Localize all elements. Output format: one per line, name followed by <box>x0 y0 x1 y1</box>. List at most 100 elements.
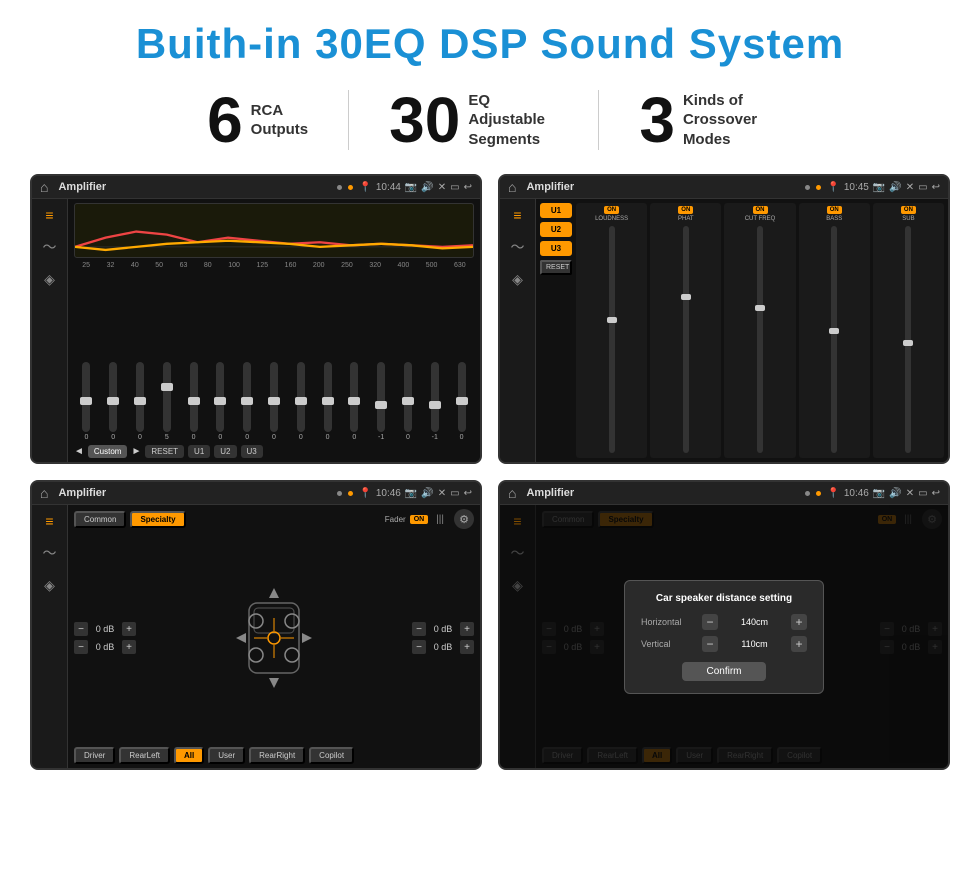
location-icon: 📍 <box>359 182 371 193</box>
rearright-btn[interactable]: RearRight <box>249 747 305 764</box>
db1-minus[interactable]: − <box>74 622 88 636</box>
db4-plus[interactable]: + <box>460 640 474 654</box>
u2-preset[interactable]: U2 <box>540 222 572 237</box>
screen2-content: ≡ 〜 ◈ U1 U2 U3 RESET ON LOU <box>500 199 948 462</box>
screen3-content: ≡ 〜 ◈ Common Specialty Fader ON ||| ⚙ <box>32 505 480 768</box>
wave-icon-2[interactable]: 〜 <box>506 237 530 257</box>
stats-row: 6 RCAOutputs 30 EQ AdjustableSegments 3 … <box>30 88 950 152</box>
custom-btn[interactable]: Custom <box>88 445 128 458</box>
vertical-minus[interactable]: − <box>702 636 718 652</box>
dialog-confirm-area: Confirm <box>641 662 807 681</box>
volume-icon-3: 🔊 <box>421 488 433 499</box>
phat-on[interactable]: ON <box>678 206 693 214</box>
stat-crossover: 3 Kinds ofCrossover Modes <box>599 88 813 152</box>
eq-icon-2[interactable]: ≡ <box>506 205 530 225</box>
screen1-statusbar: ⌂ Amplifier 📍 10:44 📷 🔊 ✕ ▭ ↩ <box>32 176 480 199</box>
user-btn[interactable]: User <box>208 747 245 764</box>
prev-btn[interactable]: ◄ <box>74 446 84 457</box>
fader-label: Fader <box>385 515 406 524</box>
db2-minus[interactable]: − <box>74 640 88 654</box>
cutfreq-on[interactable]: ON <box>753 206 768 214</box>
home-icon: ⌂ <box>40 179 48 195</box>
status-dot-s2-2 <box>816 185 821 190</box>
eq-slider-14: -1 <box>422 362 447 441</box>
speaker-icon-3[interactable]: ◈ <box>38 575 62 595</box>
location-icon-2: 📍 <box>827 182 839 193</box>
settings-icon[interactable]: ⚙ <box>454 509 474 529</box>
screenshots-grid: ⌂ Amplifier 📍 10:44 📷 🔊 ✕ ▭ ↩ ≡ 〜 <box>30 174 950 770</box>
stat-crossover-text: Kinds ofCrossover Modes <box>683 91 773 150</box>
u3-preset[interactable]: U3 <box>540 241 572 256</box>
volume-icon-2: 🔊 <box>889 182 901 193</box>
stat-eq-number: 30 <box>389 88 460 152</box>
page-title: Buith-in 30EQ DSP Sound System <box>30 20 950 68</box>
next-btn[interactable]: ► <box>131 446 141 457</box>
common-tab[interactable]: Common <box>74 511 126 528</box>
specialty-tab[interactable]: Specialty <box>130 511 185 528</box>
speaker-icon-2[interactable]: ◈ <box>506 269 530 289</box>
status-dot-s4-2 <box>816 491 821 496</box>
eq-slider-13: 0 <box>396 362 421 441</box>
db3-minus[interactable]: − <box>412 622 426 636</box>
close-icon: ✕ <box>438 182 446 193</box>
eq-freq-labels: 253240506380100125160200250320400500630 <box>74 262 474 269</box>
u1-btn[interactable]: U1 <box>188 445 210 458</box>
close-icon-2: ✕ <box>906 182 914 193</box>
u1-preset[interactable]: U1 <box>540 203 572 218</box>
speaker-icon[interactable]: ◈ <box>38 269 62 289</box>
db3-plus[interactable]: + <box>460 622 474 636</box>
wave-icon[interactable]: 〜 <box>38 237 62 257</box>
close-icon-4: ✕ <box>906 488 914 499</box>
close-icon-3: ✕ <box>438 488 446 499</box>
fader-on-btn[interactable]: ON <box>410 515 429 524</box>
u2-btn[interactable]: U2 <box>214 445 236 458</box>
screen4-content: ≡ 〜 ◈ Common Specialty ON ||| ⚙ <box>500 505 948 768</box>
amp2-reset[interactable]: RESET <box>540 260 572 275</box>
u3-btn[interactable]: U3 <box>241 445 263 458</box>
copilot-btn[interactable]: Copilot <box>309 747 354 764</box>
stat-rca: 6 RCAOutputs <box>167 88 348 152</box>
bass-slider[interactable] <box>831 226 837 453</box>
db4-minus[interactable]: − <box>412 640 426 654</box>
screen1-device: ⌂ Amplifier 📍 10:44 📷 🔊 ✕ ▭ ↩ ≡ 〜 <box>30 174 482 464</box>
wave-icon-3[interactable]: 〜 <box>38 543 62 563</box>
driver-btn[interactable]: Driver <box>74 747 115 764</box>
amp2-presets: U1 U2 U3 RESET <box>540 203 572 458</box>
vertical-plus[interactable]: + <box>791 636 807 652</box>
db1-plus[interactable]: + <box>122 622 136 636</box>
horizontal-minus[interactable]: − <box>702 614 718 630</box>
cutfreq-slider[interactable] <box>757 226 763 453</box>
rearleft-btn[interactable]: RearLeft <box>119 747 170 764</box>
db4-value: 0 dB <box>429 642 457 652</box>
screen4-appname: Amplifier <box>526 487 799 499</box>
eq-icon[interactable]: ≡ <box>38 205 62 225</box>
reset-btn[interactable]: RESET <box>145 445 184 458</box>
eq-slider-10: 0 <box>315 362 340 441</box>
eq-icon-3[interactable]: ≡ <box>38 511 62 531</box>
back-icon-2: ↩ <box>932 182 940 193</box>
eq-graph <box>74 203 474 258</box>
screen1-time: 10:44 <box>376 182 401 193</box>
eq-slider-11: 0 <box>342 362 367 441</box>
horizontal-plus[interactable]: + <box>791 614 807 630</box>
home-icon-2: ⌂ <box>508 179 516 195</box>
eq-main: 253240506380100125160200250320400500630 … <box>68 199 480 462</box>
db2-plus[interactable]: + <box>122 640 136 654</box>
sub-slider[interactable] <box>905 226 911 453</box>
bass-on[interactable]: ON <box>827 206 842 214</box>
screen2-statusbar: ⌂ Amplifier 📍 10:45 📷 🔊 ✕ ▭ ↩ <box>500 176 948 199</box>
eq-sliders-row: 0 0 0 5 0 0 0 0 0 0 0 -1 0 -1 0 <box>74 273 474 441</box>
phat-slider[interactable] <box>683 226 689 453</box>
channel-bass: ON BASS <box>799 203 870 458</box>
all-btn[interactable]: All <box>174 747 204 764</box>
screen3-sidebar: ≡ 〜 ◈ <box>32 505 68 768</box>
loudness-slider[interactable] <box>609 226 615 453</box>
db-row-4: − 0 dB + <box>412 640 474 654</box>
confirm-button[interactable]: Confirm <box>682 662 765 681</box>
loudness-on[interactable]: ON <box>604 206 619 214</box>
vertical-label: Vertical <box>641 639 696 649</box>
fader-right: − 0 dB + − 0 dB + <box>412 532 474 744</box>
eq-slider-12: -1 <box>369 362 394 441</box>
eq-slider-7: 0 <box>235 362 260 441</box>
sub-on[interactable]: ON <box>901 206 916 214</box>
